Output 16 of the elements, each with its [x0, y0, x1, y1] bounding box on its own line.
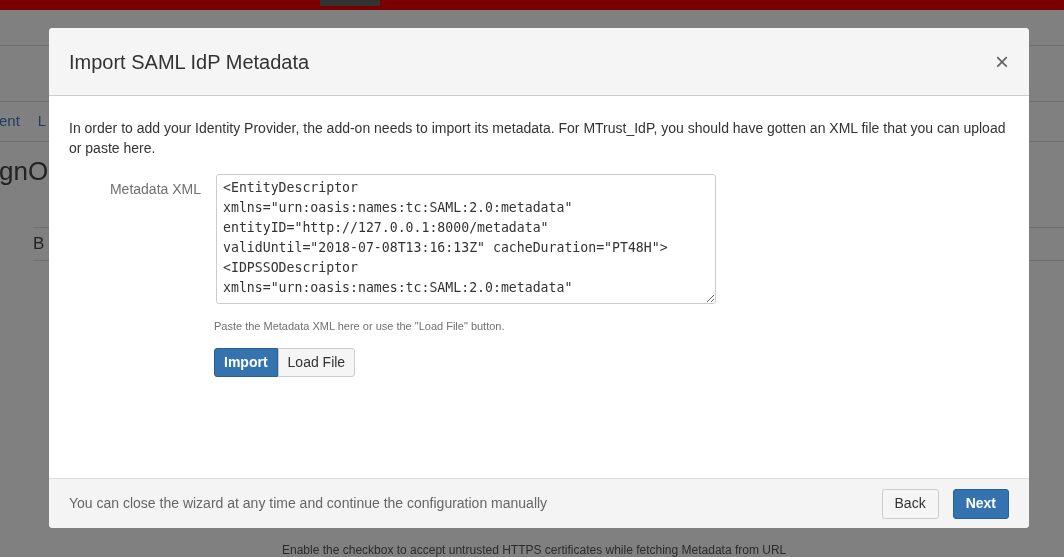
field-label: Metadata XML — [108, 180, 202, 199]
hint-text: Paste the Metadata XML here or use the "Load File" button. — [214, 320, 505, 332]
nav-link[interactable]: L — [37, 110, 47, 133]
help-text: Enable the checkbox to accept untrusted HTTPS certificates while fetching Metadata from URL — [282, 542, 787, 557]
footer-text: You can close the wizard at any time and continue the configuration manually — [69, 494, 548, 513]
nav-link[interactable]: ent — [0, 110, 20, 133]
secondary-button[interactable]: Back — [881, 488, 939, 519]
primary-button[interactable]: Import — [214, 347, 278, 377]
primary-button[interactable]: Next — [952, 488, 1009, 519]
page-heading: gnO — [0, 155, 49, 188]
intro-text: In order to add your Identity Provider, the add-on needs to import its metadata. For MTrust_IdP, you should have gotten an XML file that you can upload or paste here. — [69, 119, 1007, 158]
secondary-button[interactable]: Load File — [277, 347, 356, 377]
close-button[interactable]: × — [995, 49, 1009, 74]
dialog-title: Import SAML IdP Metadata — [69, 49, 310, 75]
section-label: B — [33, 233, 45, 256]
metadata-xml-field[interactable]: <EntityDescriptor xmlns="urn:oasis:names:tc:SAML:2.0:metadata" entityID="http://127.0.0.1:8000/metadata" validUntil="2018-07-08T13:16:13Z" cacheDuration="PT48H"> <IDPSSODescriptor xmlns="urn:oasis:names:tc:SAML:2.0:metadata" — [216, 174, 716, 304]
